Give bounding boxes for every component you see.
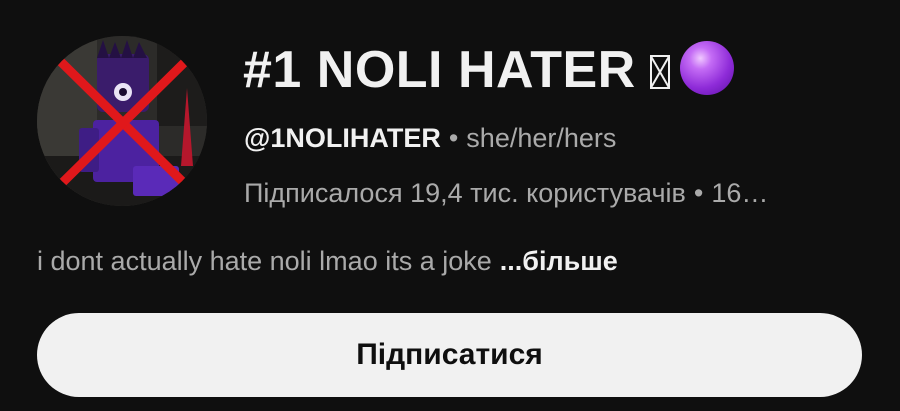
separator-dot: • — [693, 178, 704, 208]
channel-title: #1 NOLI HATER — [243, 38, 734, 102]
channel-header: #1 NOLI HATER @1NOLIHATER • she/her/hers П… — [0, 0, 900, 411]
channel-avatar[interactable] — [37, 36, 207, 206]
subscribe-button[interactable]: Підписатися — [37, 313, 862, 397]
channel-description[interactable]: i dont actually hate noli lmao its a jok… — [37, 242, 618, 280]
subscriber-count: Підписалося 19,4 тис. користувачів — [244, 178, 686, 208]
more-link[interactable]: ...більше — [500, 246, 618, 276]
channel-handle: @1NOLIHATER — [244, 123, 441, 153]
pronouns: she/her/hers — [466, 123, 617, 153]
handle-row: @1NOLIHATER • she/her/hers — [244, 120, 616, 156]
channel-name-text: #1 NOLI HATER — [243, 41, 636, 99]
channel-stats[interactable]: Підписалося 19,4 тис. користувачів • 16… — [244, 175, 768, 211]
description-text: i dont actually hate noli lmao its a jok… — [37, 246, 492, 276]
avatar-image-icon — [37, 36, 207, 206]
purple-circle-icon — [679, 41, 734, 95]
missing-glyph-icon — [649, 55, 670, 89]
separator-dot: • — [448, 123, 459, 153]
video-count: 16… — [711, 178, 769, 208]
